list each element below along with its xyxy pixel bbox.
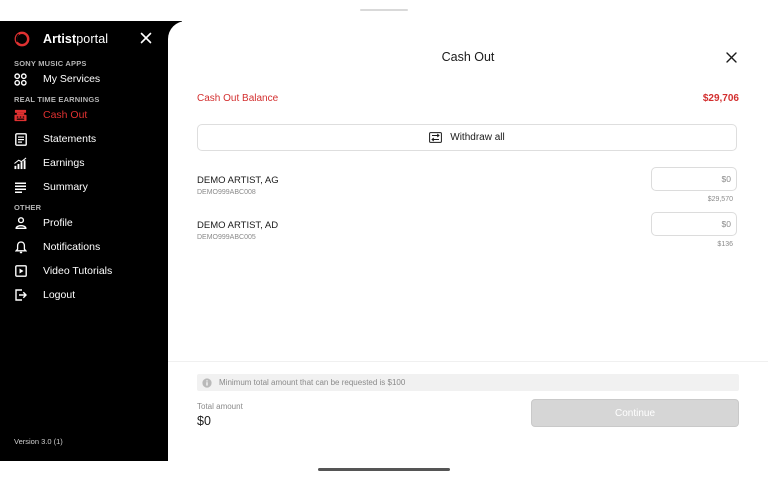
close-icon <box>140 32 152 44</box>
sidebar-close-button[interactable] <box>140 32 152 44</box>
balance-value: $29,706 <box>702 93 739 104</box>
document-icon <box>14 132 27 146</box>
sidebar-item-label: Statements <box>43 133 97 145</box>
transfer-icon <box>429 132 443 143</box>
brand-name-bold: Artist <box>43 32 77 46</box>
play-video-icon <box>14 265 27 278</box>
continue-button[interactable]: Continue <box>531 399 739 427</box>
artist-name: DEMO ARTIST, AG <box>197 175 279 186</box>
panel-close-button[interactable] <box>726 52 737 63</box>
artist-available-amount: $29,570 <box>707 196 733 203</box>
total-amount-label: Total amount <box>197 402 243 411</box>
amount-input[interactable] <box>651 167 737 191</box>
sony-o-ring-icon <box>14 31 30 47</box>
balance-label: Cash Out Balance <box>197 93 279 104</box>
sidebar-item-profile[interactable]: Profile <box>14 215 164 231</box>
notice-text: Minimum total amount that can be request… <box>219 378 406 387</box>
artist-row: DEMO ARTIST, AD DEMO999ABC005 $136 <box>197 212 737 260</box>
minimum-amount-notice: Minimum total amount that can be request… <box>197 374 739 391</box>
app-version: Version 3.0 (1) <box>14 437 63 446</box>
sidebar-item-label: Notifications <box>43 241 101 253</box>
withdraw-all-label: Withdraw all <box>450 132 505 143</box>
sidebar-item-label: Video Tutorials <box>43 265 113 277</box>
bell-icon <box>14 240 27 254</box>
sidebar-item-label: Cash Out <box>43 109 88 121</box>
cash-out-panel: Cash Out Cash Out Balance $29,706 Withdr… <box>168 21 768 461</box>
artist-available-amount: $136 <box>717 241 733 248</box>
section-label-real-time-earnings: REAL TIME EARNINGS <box>14 95 100 104</box>
sidebar-item-cash-out[interactable]: Cash Out <box>14 107 164 123</box>
close-icon <box>726 52 737 63</box>
sidebar-item-video-tutorials[interactable]: Video Tutorials <box>14 263 164 279</box>
sidebar-item-my-services[interactable]: My Services <box>14 71 164 87</box>
brand-name: Artistportal <box>43 32 108 46</box>
sidebar-item-label: My Services <box>43 73 101 85</box>
info-icon <box>202 377 212 388</box>
person-icon <box>14 217 27 230</box>
cash-register-icon <box>14 109 27 122</box>
withdraw-all-button[interactable]: Withdraw all <box>197 124 737 151</box>
logout-icon <box>14 289 27 302</box>
sidebar-item-label: Summary <box>43 181 88 193</box>
brand-name-regular: portal <box>76 32 109 46</box>
list-summary-icon <box>14 181 27 194</box>
home-indicator <box>318 468 450 471</box>
grid-services-icon <box>14 72 27 86</box>
sidebar-item-logout[interactable]: Logout <box>14 287 164 303</box>
page-title: Cash Out <box>441 50 495 64</box>
brand: Artistportal <box>14 30 108 48</box>
artist-row: DEMO ARTIST, AG DEMO999ABC008 $29,570 <box>197 167 737 215</box>
top-grabber <box>360 9 408 11</box>
bar-chart-icon <box>14 157 27 170</box>
section-label-sony-music-apps: SONY MUSIC APPS <box>14 59 87 68</box>
artist-code: DEMO999ABC008 <box>197 189 256 196</box>
cash-out-footer: Minimum total amount that can be request… <box>168 361 768 461</box>
artist-code: DEMO999ABC005 <box>197 234 256 241</box>
total-amount-value: $0 <box>197 414 211 428</box>
artist-name: DEMO ARTIST, AD <box>197 220 279 231</box>
sidebar-item-label: Logout <box>43 289 76 301</box>
sidebar-item-label: Profile <box>43 217 73 229</box>
sidebar-item-statements[interactable]: Statements <box>14 131 164 147</box>
sidebar: Artistportal SONY MUSIC APPS My Services… <box>0 21 182 461</box>
sidebar-item-earnings[interactable]: Earnings <box>14 155 164 171</box>
sidebar-item-label: Earnings <box>43 157 85 169</box>
sidebar-item-summary[interactable]: Summary <box>14 179 164 195</box>
section-label-other: OTHER <box>14 203 42 212</box>
amount-input[interactable] <box>651 212 737 236</box>
sidebar-item-notifications[interactable]: Notifications <box>14 239 164 255</box>
